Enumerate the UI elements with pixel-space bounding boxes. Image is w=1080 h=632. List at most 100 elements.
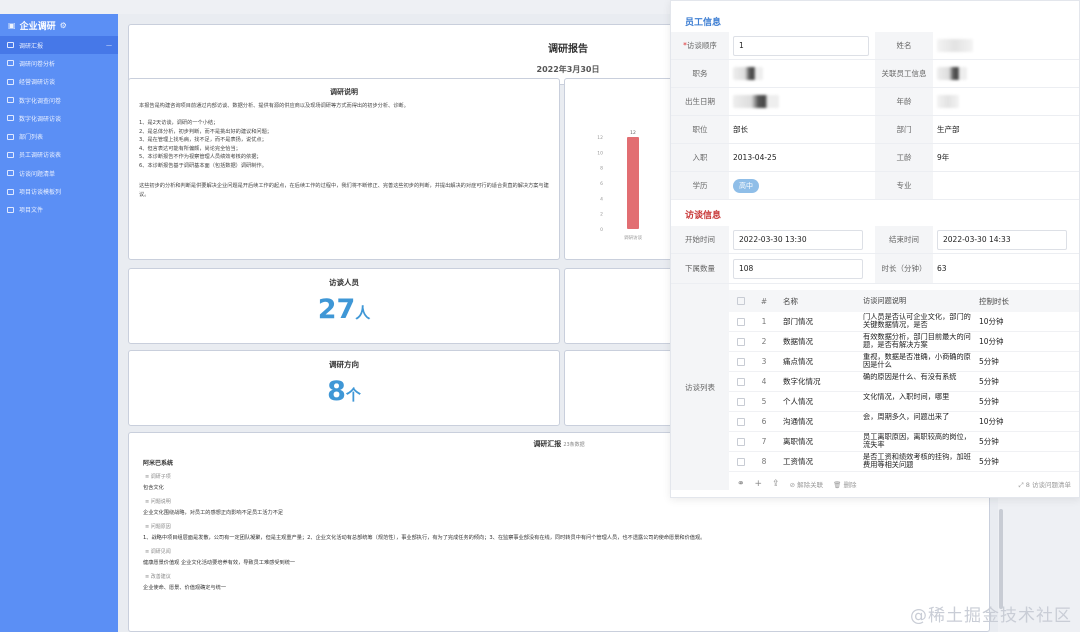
summary-section: 调研见闻 健康愿景价值观 企业文化活动要培养有效，导致员工难感受到统一 (143, 548, 975, 567)
order-input[interactable]: 1 (733, 35, 869, 56)
row-number: 2 (761, 337, 767, 346)
vertical-scrollbar[interactable] (999, 509, 1003, 609)
list-item: 5、本诊断报告不作为视察管理人员绩效考核的依据； (139, 154, 262, 161)
directions-stat-card: 调研方向 8个 (128, 350, 560, 426)
row-checkbox[interactable] (729, 457, 753, 466)
order-cell: 1 (729, 32, 875, 59)
table-row[interactable]: 8 工资情况 是否工资和绩效考核的挂钩，加班费用等相关问题 5分钟 (729, 452, 1079, 472)
start-time-input[interactable]: 2022-03-30 13:30 (733, 229, 863, 250)
section-value: 1、战略中项目组层面是发散，公司有一定团队凝聚，但是主观重产量；2、企业文化活动… (143, 535, 706, 541)
directions-count: 8个 (129, 376, 559, 407)
interviewees-unit: 人 (355, 304, 371, 322)
sidebar-item-question-list[interactable]: 访谈问题清单 (0, 164, 118, 182)
chart-icon (7, 42, 14, 49)
directions-unit: 个 (345, 386, 361, 404)
bar-data-label: 12 (630, 130, 636, 136)
bar[interactable] (627, 137, 639, 229)
table-row[interactable]: 1 部门情况 门人员是否认可企业文化，部门的关键数据情况，是否 10分钟 (729, 312, 1079, 332)
table-footer: ⚭ + ⇪ ⊘ 解除关联 🗑 删除 ⤢ 8 访谈问题清单 (729, 472, 1079, 496)
row-checkbox[interactable] (729, 417, 753, 426)
x-category-label: 调研访谈 (624, 234, 642, 241)
duration-label: 时长（分钟） (875, 254, 933, 283)
select-all-checkbox[interactable] (729, 297, 753, 305)
position-label: 职位 (671, 116, 729, 143)
row-checkbox[interactable] (729, 397, 753, 406)
age-cell[interactable] (933, 88, 1079, 115)
table-row[interactable]: 3 痛点情况 重视，数据是否准确，小商确的原因是什么 5分钟 (729, 352, 1079, 372)
row-name: 数字化情况 (783, 377, 821, 386)
related-employee-cell[interactable] (933, 60, 1079, 87)
interviewees-label: 访谈人员 (329, 278, 359, 287)
list-icon (7, 133, 14, 140)
row-duration: 5分钟 (979, 437, 999, 446)
duty-cell[interactable] (729, 60, 875, 87)
table-row[interactable]: 7 离职情况 员工离职原因，离职较高的岗位，流失率 5分钟 (729, 432, 1079, 452)
employee-detail-panel: 员工信息 * 访谈顺序 1 姓名 职务 关联员工信息 出生日期 年龄 职位 部长 … (670, 0, 1080, 498)
list-item: 2、是总体分析，初步判断，而不是挑出好的建议和问题； (139, 128, 272, 135)
sidebar-item-report[interactable]: 调研汇报 — (0, 36, 118, 55)
link-icon[interactable]: ⚭ (737, 479, 745, 489)
y-tick-label: 8 (600, 166, 603, 172)
birth-cell[interactable] (729, 88, 875, 115)
stat-card-hidden-2 (564, 350, 684, 426)
sidebar-item-digital-questionnaire[interactable]: 数字化调查问卷 (0, 91, 118, 109)
table-row[interactable]: 2 数据情况 有效数据分析，部门目前最大的问题，是否有解决方案 10分钟 (729, 332, 1079, 352)
row-desc: 重视，数据是否准确，小商确的原因是什么 (863, 352, 971, 369)
end-time-input[interactable]: 2022-03-30 14:33 (937, 229, 1067, 250)
sidebar: ▣ 企业调研 ⚙ 调研汇报 — 调研问卷分析 经营调研访谈 数字化调查问卷 数字… (0, 14, 118, 632)
sidebar-item-business-interview[interactable]: 经营调研访谈 (0, 73, 118, 91)
settings-icon[interactable]: ⚙ (60, 21, 67, 30)
sidebar-item-label: 项目访谈模板列 (19, 189, 62, 197)
row-duration: 10分钟 (979, 417, 1004, 426)
column-header: # (760, 296, 768, 306)
row-checkbox[interactable] (729, 377, 753, 386)
sidebar-item-label: 调研汇报 (19, 42, 44, 50)
add-icon[interactable]: + (755, 479, 763, 489)
unlink-button[interactable]: ⊘ 解除关联 (790, 479, 824, 489)
sidebar-item-files[interactable]: 项目文件 (0, 201, 118, 219)
table-row[interactable]: 6 沟通情况 会，周期多久，问题出来了 10分钟 (729, 412, 1079, 432)
major-label: 专业 (875, 172, 933, 199)
row-name: 工资情况 (783, 457, 813, 466)
record-count: 8 访谈问题清单 (1025, 480, 1071, 489)
section-value: 企业文化围绕战略，对员工的感想正向影响不足员工活力不足 (143, 510, 284, 516)
table-row[interactable]: 4 数字化情况 确的原因是什么、有没有系统 5分钟 (729, 372, 1079, 392)
sidebar-item-digital-interview[interactable]: 数字化调研访谈 (0, 109, 118, 127)
watermark: @稀土掘金技术社区 (910, 606, 1072, 626)
redacted-duty (733, 67, 763, 80)
row-checkbox[interactable] (729, 337, 753, 346)
table-row[interactable]: 5 个人情况 文化情况，入职时间，哪里 5分钟 (729, 392, 1079, 412)
row-number: 4 (761, 377, 767, 386)
sidebar-item-departments[interactable]: 部门列表 (0, 127, 118, 145)
list-icon (7, 97, 14, 104)
sidebar-item-label: 数字化调研访谈 (19, 115, 62, 123)
sidebar-item-template[interactable]: 项目访谈模板列 (0, 182, 118, 200)
interview-list-label: 访谈列表 (671, 284, 729, 490)
row-desc: 文化情况，入职时间，哪里 (863, 392, 950, 401)
tenure-value: 9年 (937, 153, 950, 162)
row-name: 部门情况 (783, 317, 813, 326)
sidebar-header: ▣ 企业调研 ⚙ (0, 14, 118, 36)
summary-section: 问题原因 1、战略中项目组层面是发散，公司有一定团队凝聚，但是主观重产量；2、企… (143, 523, 975, 542)
y-tick-label: 6 (600, 181, 603, 187)
name-cell[interactable] (933, 32, 1079, 59)
expand-link[interactable]: ⤢ 8 访谈问题清单 (1019, 479, 1071, 490)
summary-section: 问题说明 企业文化围绕战略，对员工的感想正向影响不足员工活力不足 (143, 498, 975, 517)
sidebar-item-employee-interview[interactable]: 员工调研访谈表 (0, 146, 118, 164)
row-checkbox[interactable] (729, 317, 753, 326)
delete-button[interactable]: 🗑 删除 (833, 479, 856, 489)
sidebar-item-questionnaire-analysis[interactable]: 调研问卷分析 (0, 54, 118, 72)
row-number: 5 (761, 397, 767, 406)
row-checkbox[interactable] (729, 437, 753, 446)
upload-icon[interactable]: ⇪ (772, 479, 780, 489)
sidebar-title: 企业调研 (19, 21, 56, 32)
sidebar-item-label: 调研问卷分析 (19, 60, 56, 68)
list-icon (7, 151, 14, 158)
form-row: 职务 关联员工信息 (671, 60, 1079, 88)
interviewees-number: 27 (317, 294, 356, 325)
list-icon (7, 115, 14, 122)
major-cell[interactable] (933, 172, 1079, 199)
subordinates-input[interactable]: 108 (733, 258, 863, 279)
row-checkbox[interactable] (729, 357, 753, 366)
entry-value: 2013-04-25 (733, 153, 777, 162)
